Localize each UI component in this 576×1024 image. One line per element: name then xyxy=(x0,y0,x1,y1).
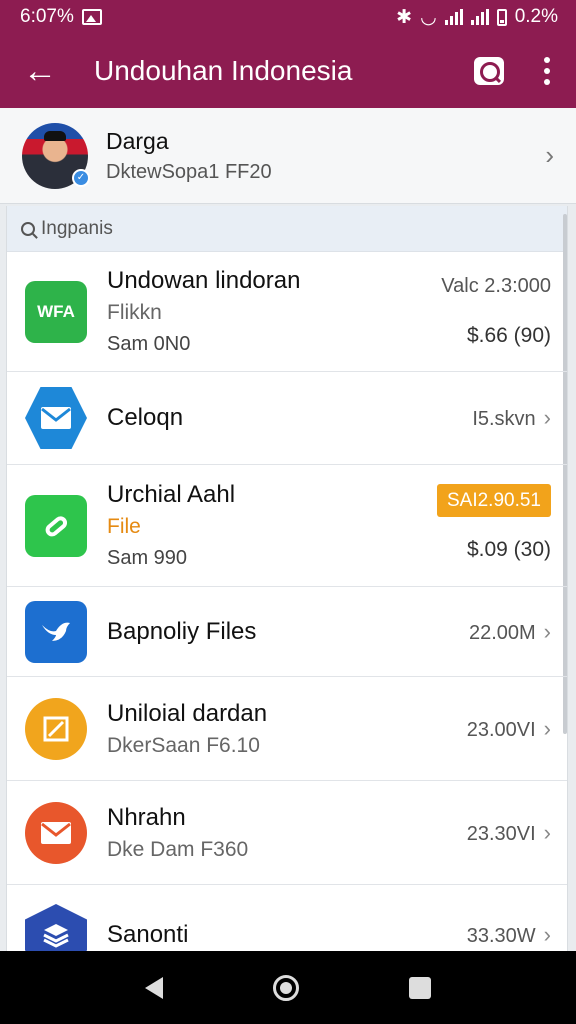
verified-badge-icon: ✓ xyxy=(72,168,90,187)
bluetooth-icon: ✱ xyxy=(396,6,413,28)
chevron-right-icon: › xyxy=(543,819,551,845)
item-size: 23.00VI xyxy=(466,718,536,741)
item-subtitle: Flikkn xyxy=(107,301,162,324)
account-subtitle: DktewSopa1 FF20 xyxy=(106,160,272,183)
search-placeholder: Ingpanis xyxy=(41,217,113,239)
system-nav-bar xyxy=(0,951,576,1024)
item-title: Sanonti xyxy=(107,921,189,948)
item-title: Undowan lindoran xyxy=(107,267,301,294)
chevron-right-icon: › xyxy=(543,922,551,947)
item-detail: Sam 0N0 xyxy=(107,333,191,355)
overflow-menu-button[interactable] xyxy=(518,34,576,108)
page-title: Undouhan Indonesia xyxy=(94,55,353,86)
status-badge: SAI2.90.51 xyxy=(436,484,551,517)
chevron-right-icon: › xyxy=(543,715,551,741)
wifi-icon: ◡ xyxy=(420,6,437,28)
item-size: 22.00M xyxy=(468,621,536,644)
item-size: I5.skvn xyxy=(472,408,536,430)
item-subtitle: File xyxy=(107,515,141,538)
account-row[interactable]: ✓ Darga DktewSopa1 FF20 › xyxy=(0,108,576,204)
item-title: Nhrahn xyxy=(107,803,186,831)
layers-app-icon xyxy=(25,904,87,951)
item-title: Celoqn xyxy=(107,404,184,431)
mail-app-icon xyxy=(25,387,87,449)
status-bar: 6:07% ✱ ◡ 0.2% xyxy=(0,0,576,34)
item-size: 23.30VI xyxy=(466,822,536,845)
chevron-right-icon: › xyxy=(545,140,554,170)
item-price: $.66 (90) xyxy=(466,324,551,347)
link-app-icon xyxy=(25,494,87,557)
list-item[interactable]: Nhrahn Dke Dam F360 23.30VI › xyxy=(7,781,567,885)
account-name: Darga xyxy=(106,127,169,154)
search-input[interactable]: Ingpanis xyxy=(7,206,567,252)
envelope-app-icon xyxy=(25,801,87,864)
item-price: $.09 (30) xyxy=(466,538,551,561)
more-vert-icon xyxy=(544,57,550,85)
search-button[interactable] xyxy=(460,34,518,108)
chevron-right-icon: › xyxy=(543,618,551,644)
item-detail: Sam 990 xyxy=(107,547,188,569)
bird-app-icon xyxy=(25,600,87,663)
list-item[interactable]: Uniloial dardan DkerSaan F6.10 23.00VI › xyxy=(7,677,567,781)
battery-icon xyxy=(496,8,507,26)
status-time: 6:07% xyxy=(20,6,74,27)
list-item[interactable]: Celoqn I5.skvn › xyxy=(7,372,567,465)
list-item[interactable]: Bapnoliy Files 22.00M › xyxy=(7,587,567,677)
wfa-app-icon: WFA xyxy=(25,280,87,343)
chevron-right-icon: › xyxy=(543,405,551,430)
signal-2-icon xyxy=(470,9,489,25)
item-title: Urchial Aahl xyxy=(107,481,236,508)
item-size: 33.30W xyxy=(466,925,536,947)
search-small-icon xyxy=(21,221,35,236)
back-arrow-icon[interactable]: ← xyxy=(0,34,80,108)
list-item[interactable]: Urchial Aahl File Sam 990 SAI2.90.51 $.0… xyxy=(7,465,567,587)
search-icon xyxy=(474,57,504,85)
nav-back-icon[interactable] xyxy=(145,976,163,999)
item-version: Valc 2.3:000 xyxy=(441,275,551,297)
nav-home-icon[interactable] xyxy=(273,974,299,1001)
list-item[interactable]: WFA Undowan lindoran Flikkn Sam 0N0 Valc… xyxy=(7,252,567,372)
note-app-icon xyxy=(25,697,87,760)
nav-recents-icon[interactable] xyxy=(409,976,431,999)
signal-icon xyxy=(444,9,463,25)
avatar: ✓ xyxy=(22,122,90,189)
list-item[interactable]: Sanonti 33.30W › xyxy=(7,885,567,951)
download-list: Ingpanis WFA Undowan lindoran Flikkn Sam… xyxy=(6,206,568,951)
item-subtitle: DkerSaan F6.10 xyxy=(107,733,260,757)
item-title: Uniloial dardan xyxy=(107,699,268,727)
item-title: Bapnoliy Files xyxy=(107,617,257,645)
app-toolbar: ← Undouhan Indonesia xyxy=(0,34,576,108)
item-subtitle: Dke Dam F360 xyxy=(107,837,249,861)
image-notification-icon xyxy=(81,9,102,25)
battery-percent: 0.2% xyxy=(514,6,558,27)
